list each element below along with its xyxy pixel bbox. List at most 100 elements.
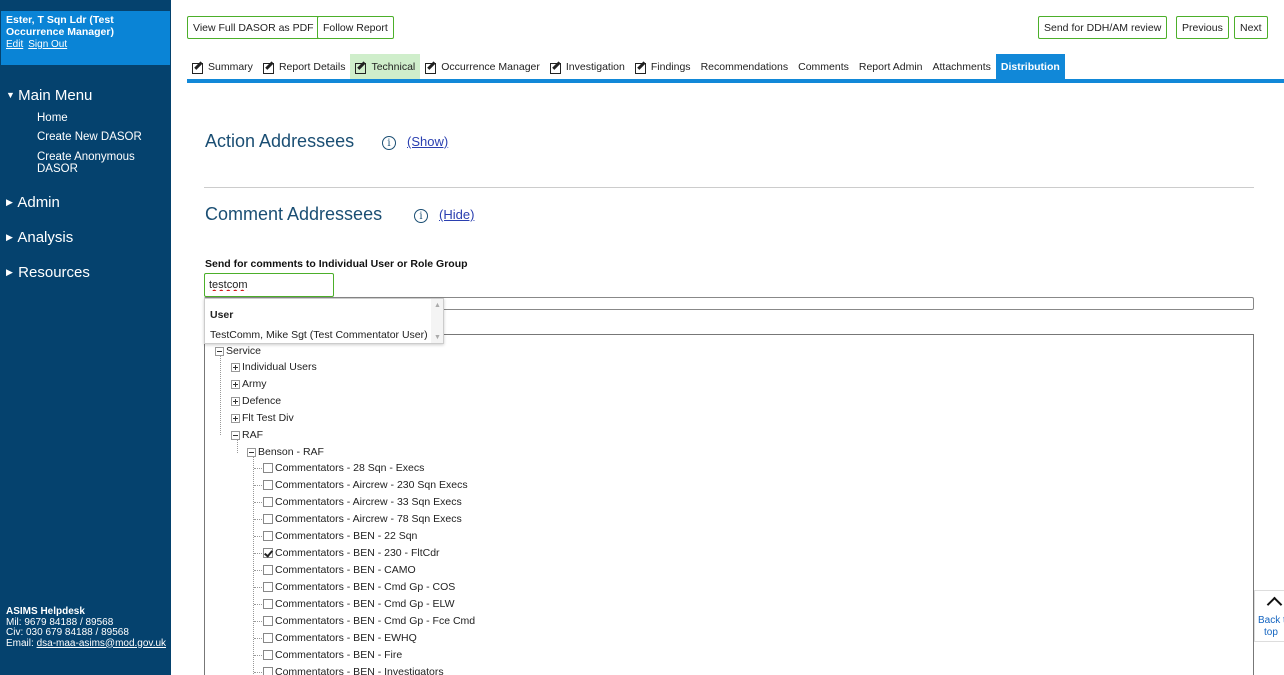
user-search-input[interactable] [204,273,334,297]
tree-node-individual-users[interactable]: Individual Users [231,360,317,374]
checkbox[interactable] [263,667,273,675]
tab-attachments[interactable]: Attachments [927,54,996,79]
checkbox[interactable] [263,463,273,473]
tree-node-benson-raf[interactable]: Benson - RAF [247,445,324,459]
info-icon[interactable]: i [382,136,396,150]
expand-icon[interactable] [231,362,240,372]
action-addressees-show-link[interactable]: (Show) [407,134,448,149]
chevron-up-icon [1266,596,1283,613]
checkbox[interactable] [263,633,273,643]
tree-leaf-label: Commentators - BEN - Investigators [275,666,444,675]
info-icon[interactable]: i [414,209,428,223]
checkbox[interactable] [263,582,273,592]
nav-resources[interactable]: ▶ Resources [6,264,90,281]
tab-occurrence-manager[interactable]: Occurrence Manager [420,54,545,79]
tab-investigation[interactable]: Investigation [544,54,630,79]
checkbox[interactable] [263,616,273,626]
tab-recommendations[interactable]: Recommendations [695,54,794,79]
view-pdf-button[interactable]: View Full DASOR as PDF [187,16,320,39]
sidebar: Ester, T Sqn Ldr (Test Occurrence Manage… [0,0,171,675]
tree-leaf-label: Commentators - BEN - CAMO [275,564,416,576]
tree-node-label: RAF [242,429,263,441]
nav-item-create-anonymous-dasor[interactable]: Create Anonymous DASOR [37,151,147,175]
tree-leaf[interactable]: Commentators - BEN - 230 - FltCdr [263,546,440,560]
nav-admin-label: Admin [17,194,60,211]
dropdown-option[interactable]: TestComm, Mike Sgt (Test Commentator Use… [210,329,428,341]
tab-label: Technical [371,60,416,73]
checkbox[interactable] [263,599,273,609]
checkbox[interactable] [263,497,273,507]
nav-item-create-new-dasor[interactable]: Create New DASOR [37,131,142,143]
collapse-icon[interactable] [231,430,240,440]
nav-admin[interactable]: ▶ Admin [6,194,60,211]
back-to-top-line1: Back t [1258,615,1284,626]
tree-leaf[interactable]: Commentators - BEN - EWHQ [263,631,417,645]
nav-main-menu-label: Main Menu [18,87,93,104]
tree-leaf[interactable]: Commentators - Aircrew - 230 Sqn Execs [263,478,468,492]
dropdown-group-header: User [210,309,234,321]
expand-icon[interactable] [231,379,240,389]
tree-leaf-label: Commentators - BEN - Cmd Gp - Fce Cmd [275,615,476,627]
tree-leaf-label: Commentators - Aircrew - 33 Sqn Execs [275,496,462,508]
tree-leaf[interactable]: Commentators - 28 Sqn - Execs [263,461,424,475]
edit-profile-link[interactable]: Edit [6,39,23,50]
expand-icon[interactable] [231,413,240,423]
comment-addressees-hide-link[interactable]: (Hide) [439,207,474,222]
tab-summary[interactable]: Summary [187,54,258,79]
dropdown-scrollbar[interactable]: ▲ ▼ [431,299,443,343]
previous-button[interactable]: Previous [1176,16,1229,39]
tree-leaf[interactable]: Commentators - Aircrew - 33 Sqn Execs [263,495,462,509]
tab-technical[interactable]: Technical [350,54,421,79]
checkbox-checked[interactable] [263,548,273,558]
expand-icon[interactable] [231,396,240,406]
tree-leaf-label: Commentators - BEN - 230 - FltCdr [275,547,440,559]
checkbox[interactable] [263,514,273,524]
tab-report-admin[interactable]: Report Admin [853,54,928,79]
back-to-top-button[interactable]: Back t top [1254,590,1284,642]
scroll-down-icon[interactable]: ▼ [434,334,441,341]
tree-leaf[interactable]: Commentators - BEN - Investigators [263,665,444,675]
tab-findings[interactable]: Findings [629,54,696,79]
tab-distribution[interactable]: Distribution [995,54,1065,79]
nav-analysis[interactable]: ▶ Analysis [6,229,73,246]
tree-node-army[interactable]: Army [231,377,267,391]
helpdesk-email-link[interactable]: dsa-maa-asims@mod.gov.uk [37,638,166,649]
helpdesk-info: ASIMS Helpdesk Mil: 9679 84188 / 89568 C… [6,606,166,649]
tree-leaf[interactable]: Commentators - Aircrew - 78 Sqn Execs [263,512,462,526]
tree-node-raf[interactable]: RAF [231,428,263,442]
edit-icon [634,61,647,74]
tree-node-service[interactable]: Service [215,344,261,358]
nav-main-menu[interactable]: ▼ Main Menu [6,87,92,104]
tab-comments[interactable]: Comments [793,54,854,79]
tree-leaf[interactable]: Commentators - BEN - CAMO [263,563,416,577]
tree-leaf-label: Commentators - Aircrew - 230 Sqn Execs [275,479,468,491]
autocomplete-dropdown: User TestComm, Mike Sgt (Test Commentato… [204,298,444,344]
sign-out-link[interactable]: Sign Out [28,39,67,50]
helpdesk-email-label: Email: [6,637,34,649]
user-name: Ester, T Sqn Ldr (Test Occurrence Manage… [6,14,114,38]
triangle-right-icon: ▶ [6,267,13,277]
follow-report-button[interactable]: Follow Report [317,16,394,39]
tree-node-defence[interactable]: Defence [231,394,281,408]
nav-item-home[interactable]: Home [37,112,68,124]
tree-leaf[interactable]: Commentators - BEN - 22 Sqn [263,529,417,543]
user-panel: Ester, T Sqn Ldr (Test Occurrence Manage… [1,11,170,65]
collapse-icon[interactable] [247,447,256,457]
send-for-review-button[interactable]: Send for DDH/AM review [1038,16,1168,39]
tree-leaf[interactable]: Commentators - BEN - Cmd Gp - COS [263,580,455,594]
checkbox[interactable] [263,650,273,660]
tree-leaf[interactable]: Commentators - BEN - Cmd Gp - Fce Cmd [263,614,475,628]
checkbox[interactable] [263,531,273,541]
tab-report-details[interactable]: Report Details [257,54,351,79]
checkbox[interactable] [263,480,273,490]
tab-label: Summary [208,60,253,73]
scroll-up-icon[interactable]: ▲ [434,302,441,309]
collapse-icon[interactable] [215,346,224,356]
tree-leaf[interactable]: Commentators - BEN - Fire [263,648,402,662]
tree-leaf[interactable]: Commentators - BEN - Cmd Gp - ELW [263,597,455,611]
tab-label: Investigation [565,60,625,73]
tree-node-flt-test-div[interactable]: Flt Test Div [231,411,294,425]
edit-icon [262,61,275,74]
next-button[interactable]: Next [1234,16,1268,39]
checkbox[interactable] [263,565,273,575]
